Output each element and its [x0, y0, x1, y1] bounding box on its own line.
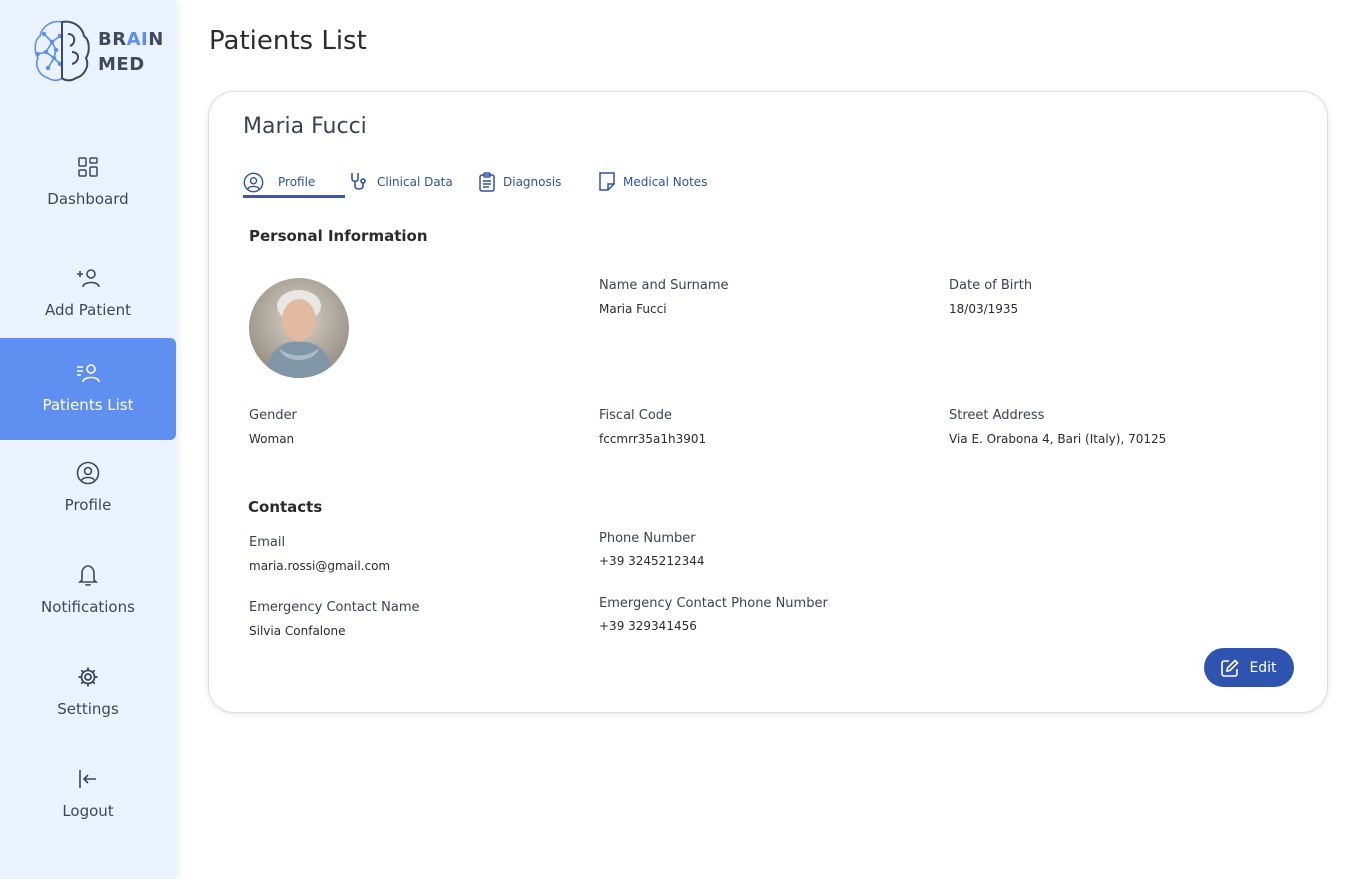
patients-list-icon: [76, 360, 100, 386]
nav-dashboard-label: Dashboard: [47, 190, 129, 208]
patient-avatar: [249, 278, 349, 378]
user-circle-icon: [243, 172, 264, 193]
nav-logout-label: Logout: [62, 802, 114, 820]
brand-name: BRAIN MED: [98, 29, 164, 75]
street-address-label: Street Address: [949, 408, 1045, 423]
tab-medical-notes-label: Medical Notes: [623, 175, 708, 189]
nav-patients-list-label: Patients List: [42, 396, 134, 414]
emergency-phone-value: +39 329341456: [599, 619, 697, 633]
edit-button[interactable]: Edit: [1204, 648, 1294, 687]
contacts-title: Contacts: [248, 498, 323, 516]
gear-icon: [77, 664, 99, 690]
tab-profile[interactable]: Profile: [243, 168, 315, 196]
edit-icon: [1221, 658, 1240, 677]
nav-notifications[interactable]: Notifications: [0, 540, 176, 642]
name-label: Name and Surname: [599, 278, 729, 293]
bell-icon: [77, 562, 99, 588]
nav-settings[interactable]: Settings: [0, 642, 176, 744]
logout-icon: [77, 766, 99, 792]
edit-button-label: Edit: [1249, 659, 1277, 676]
clipboard-icon: [479, 172, 495, 192]
brand-logo[interactable]: BRAIN MED: [32, 18, 164, 84]
email-label: Email: [249, 535, 286, 550]
nav-settings-label: Settings: [57, 700, 119, 718]
tab-diagnosis[interactable]: Diagnosis: [479, 168, 561, 196]
dashboard-icon: [77, 154, 99, 180]
tab-clinical-data-label: Clinical Data: [377, 175, 453, 189]
tab-clinical-data[interactable]: Clinical Data: [349, 168, 453, 196]
nav-profile[interactable]: Profile: [0, 438, 176, 540]
patient-tabs: Profile Clinical Data Diagnosis Medical …: [243, 168, 713, 198]
brain-logo-icon: [34, 20, 90, 82]
nav-dashboard[interactable]: Dashboard: [0, 132, 176, 234]
note-icon: [599, 172, 615, 192]
user-circle-icon: [76, 460, 100, 486]
fiscal-code-value: fccmrr35a1h3901: [599, 432, 707, 446]
dob-value: 18/03/1935: [949, 302, 1019, 316]
page-title: Patients List: [209, 26, 367, 56]
nav-notifications-label: Notifications: [41, 598, 135, 616]
patient-name: Maria Fucci: [243, 114, 367, 139]
stethoscope-icon: [349, 171, 369, 193]
active-tab-indicator: [243, 195, 345, 198]
gender-label: Gender: [249, 408, 297, 423]
personal-info-title: Personal Information: [249, 227, 428, 245]
patient-card: Maria Fucci Profile Clinical Data Diagno…: [208, 91, 1328, 713]
sidebar: BRAIN MED Dashboard Add Patient Patients…: [0, 0, 176, 879]
tab-medical-notes[interactable]: Medical Notes: [599, 168, 707, 196]
tab-profile-label: Profile: [278, 175, 316, 189]
nav-patients-list[interactable]: Patients List: [0, 338, 176, 440]
emergency-name-label: Emergency Contact Name: [249, 600, 420, 615]
emergency-phone-label: Emergency Contact Phone Number: [599, 596, 828, 611]
emergency-name-value: Silvia Confalone: [249, 624, 346, 638]
name-value: Maria Fucci: [599, 302, 667, 316]
nav-profile-label: Profile: [64, 496, 112, 514]
phone-value: +39 3245212344: [599, 554, 705, 568]
nav-add-patient[interactable]: Add Patient: [0, 243, 176, 345]
tab-diagnosis-label: Diagnosis: [503, 175, 562, 189]
email-value: maria.rossi@gmail.com: [249, 559, 391, 573]
phone-label: Phone Number: [599, 531, 696, 546]
fiscal-code-label: Fiscal Code: [599, 408, 673, 423]
gender-value: Woman: [249, 432, 295, 446]
add-user-icon: [76, 265, 100, 291]
street-address-value: Via E. Orabona 4, Bari (Italy), 70125: [949, 432, 1167, 446]
nav-logout[interactable]: Logout: [0, 744, 176, 846]
dob-label: Date of Birth: [949, 278, 1033, 293]
nav-add-patient-label: Add Patient: [44, 301, 132, 319]
